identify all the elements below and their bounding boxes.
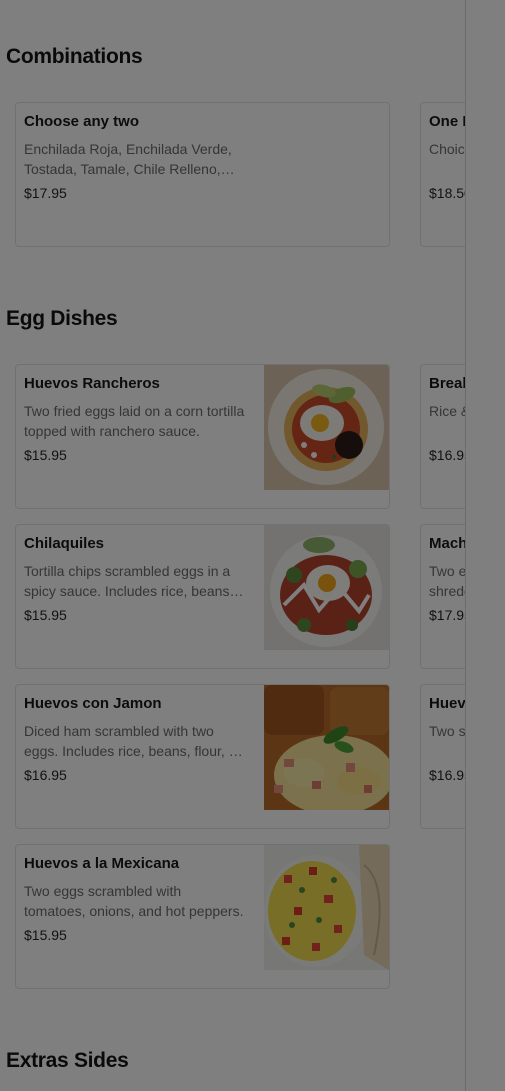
- menu-item-card[interactable]: Huevos Rancheros Two fried eggs laid on …: [15, 364, 390, 509]
- menu-item-name: Huevos Rancheros: [24, 375, 160, 392]
- menu-item-price: $15.95: [24, 607, 67, 623]
- menu-item-price: $16.95: [24, 767, 67, 783]
- huevos-con-jamon-photo: [264, 685, 389, 810]
- menu-item-price: $15.95: [24, 927, 67, 943]
- menu-item-description: Two eggs scrambled with tomatoes, onions…: [24, 883, 244, 919]
- chilaquiles-photo: [264, 525, 389, 650]
- side-drawer-edge[interactable]: [465, 0, 505, 1091]
- menu-item-card[interactable]: Huevos con Jamon Diced ham scrambled wit…: [15, 684, 390, 829]
- menu-item-card[interactable]: Chilaquiles Tortilla chips scrambled egg…: [15, 524, 390, 669]
- menu-item-name: Huevos a la Mexicana: [24, 855, 180, 872]
- huevos-a-la-mexicana-photo: [264, 845, 389, 970]
- menu-item-card[interactable]: Choose any two Enchilada Roja, Enchilada…: [15, 102, 390, 247]
- section-title-extras-sides: Extras Sides: [6, 1049, 129, 1072]
- menu-item-name: Chilaquiles: [24, 535, 105, 552]
- menu-item-description: Tortilla chips scrambled eggs in a spicy…: [24, 563, 234, 599]
- menu-item-name: Choose any two: [24, 113, 140, 130]
- section-title-egg-dishes: Egg Dishes: [6, 307, 118, 330]
- menu-item-description: Diced ham scrambled with two eggs. Inclu…: [24, 723, 242, 759]
- menu-item-card[interactable]: Huevos a la Mexicana Two eggs scrambled …: [15, 844, 390, 989]
- menu-item-description: Two fried eggs laid on a corn tortilla t…: [24, 403, 245, 439]
- huevos-rancheros-photo: [264, 365, 389, 490]
- menu-item-price: $15.95: [24, 447, 67, 463]
- menu-item-description: Enchilada Roja, Enchilada Verde, Tostada…: [24, 141, 232, 177]
- section-title-combinations: Combinations: [6, 45, 143, 68]
- menu-item-price: $17.95: [24, 185, 67, 201]
- menu-item-name: Huevos con Jamon: [24, 695, 162, 712]
- menu-page: Combinations Choose any two Enchilada Ro…: [0, 0, 505, 1091]
